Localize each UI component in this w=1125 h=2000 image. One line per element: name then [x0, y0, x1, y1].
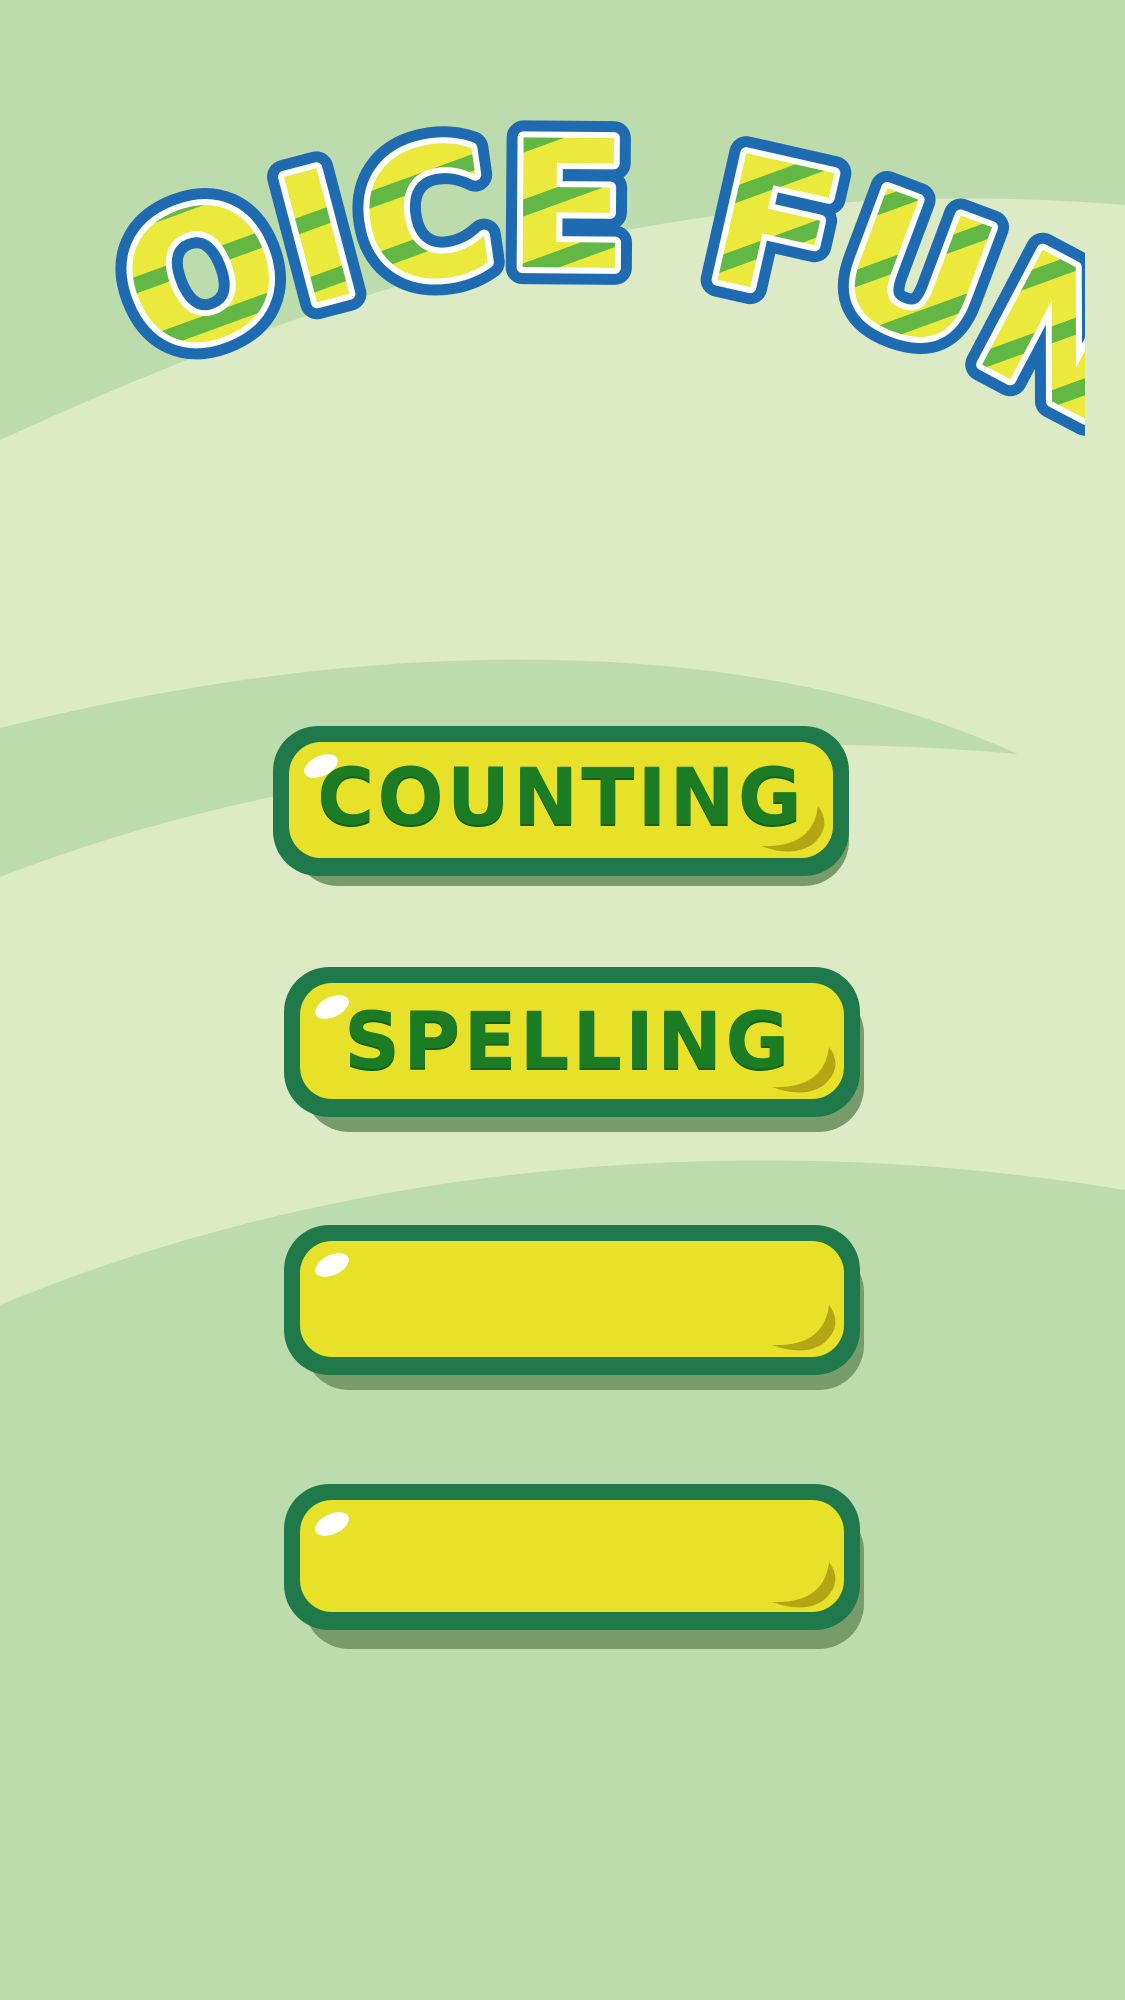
menu-button-4-label: [284, 1484, 864, 1649]
menu-button-3-label: [284, 1225, 864, 1390]
game-title: VOICE FUN: [40, 120, 1085, 450]
menu-button-3[interactable]: [284, 1225, 864, 1390]
game-title-logo: VOICE FUN VOICE FUN VOICE FUN: [40, 120, 1085, 450]
counting-button-label: COUNTING: [317, 753, 805, 843]
spelling-button-label: SPELLING: [344, 996, 793, 1087]
menu-button-4[interactable]: [284, 1484, 864, 1649]
spelling-button[interactable]: SPELLING: [284, 967, 864, 1132]
counting-button[interactable]: COUNTING: [273, 726, 849, 886]
